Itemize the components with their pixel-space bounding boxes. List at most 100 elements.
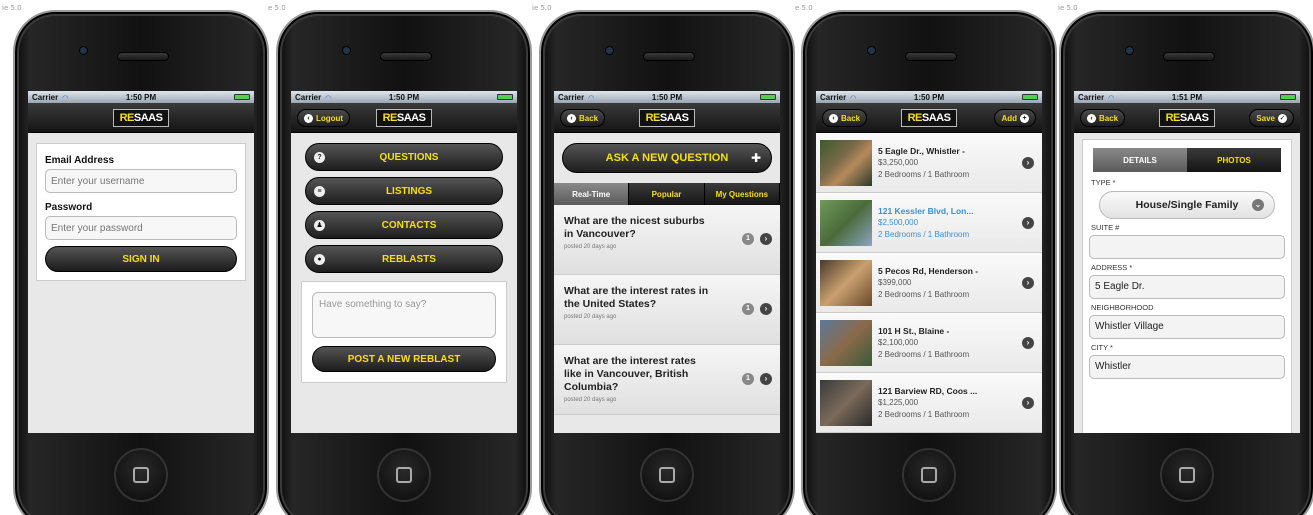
clock: 1:50 PM: [651, 92, 683, 102]
back-arrow-icon: ‹: [567, 113, 576, 123]
listing-rooms: 2 Bedrooms / 1 Bathroom: [878, 169, 970, 179]
tab-details[interactable]: DETAILS: [1093, 148, 1187, 172]
type-label: TYPE *: [1091, 178, 1116, 187]
question-row[interactable]: What are the interest rates in the Unite…: [554, 275, 780, 345]
back-button[interactable]: ‹ Back: [822, 109, 868, 127]
listing-row[interactable]: 121 Kessler Blvd, Lon... $2,500,000 2 Be…: [816, 193, 1042, 253]
password-field[interactable]: [45, 216, 237, 240]
listing-row[interactable]: 101 H St., Blaine - $2,100,000 2 Bedroom…: [816, 313, 1042, 373]
question-meta: posted 20 days ago: [564, 397, 617, 403]
suite-label: SUITE #: [1091, 223, 1120, 232]
camera: [1125, 46, 1134, 55]
email-label: Email Address: [45, 155, 115, 166]
question-icon: ?: [314, 151, 325, 163]
chevron-right-icon: ›: [760, 233, 772, 245]
menu-item-contacts[interactable]: ♟ CONTACTS: [305, 211, 503, 239]
tab-photos[interactable]: PHOTOS: [1187, 148, 1281, 172]
status-bar: Carrier ◠ 1:50 PM: [816, 91, 1042, 103]
answer-count-badge: 1: [742, 373, 754, 385]
tab-my-questions[interactable]: My Questions: [704, 183, 780, 205]
question-meta: posted 20 days ago: [564, 244, 617, 250]
question-text: What are the interest rates in the Unite…: [564, 285, 709, 310]
neighborhood-field[interactable]: Whistler Village: [1089, 315, 1285, 339]
home-button[interactable]: [902, 448, 956, 502]
listing-price: $1,225,000: [878, 397, 919, 407]
save-button[interactable]: Save ✓: [1249, 109, 1294, 127]
chevron-right-icon: ›: [1022, 277, 1034, 289]
clock: 1:51 PM: [1171, 92, 1203, 102]
screen: Carrier ◠ 1:50 PM ‹ Back RESAAS ASK A NEW…: [554, 91, 780, 433]
listing-form: DETAILS PHOTOS TYPE * House/Single Famil…: [1082, 139, 1292, 433]
resaas-logo: RESAAS: [638, 108, 696, 127]
reblast-textarea[interactable]: Have something to say?: [312, 292, 496, 338]
details-photos-toggle: DETAILS PHOTOS: [1093, 148, 1281, 172]
logout-button[interactable]: ‹ Logout: [297, 109, 351, 127]
home-button[interactable]: [640, 448, 694, 502]
resaas-logo: RESAAS: [1158, 108, 1216, 127]
plus-icon: +: [1020, 113, 1029, 123]
back-arrow-icon: ‹: [1087, 113, 1096, 123]
listing-row[interactable]: 121 Barview RD, Coos ... $1,225,000 2 Be…: [816, 373, 1042, 433]
listing-price: $3,250,000: [878, 157, 919, 167]
menu-item-listings[interactable]: ≡ LISTINGS: [305, 177, 503, 205]
camera: [79, 46, 88, 55]
listing-address: 121 Barview RD, Coos ...: [878, 385, 978, 396]
list-icon: ≡: [314, 185, 325, 197]
clock: 1:50 PM: [913, 92, 945, 102]
question-text: What are the nicest suburbs in Vancouver…: [564, 215, 705, 240]
sign-in-button[interactable]: SIGN IN: [45, 246, 237, 272]
back-button[interactable]: ‹ Back: [1080, 109, 1126, 127]
add-listing-button[interactable]: Add +: [994, 109, 1036, 127]
listing-address: 121 Kessler Blvd, Lon...: [878, 205, 974, 216]
city-label: CITY *: [1091, 343, 1113, 352]
home-button[interactable]: [114, 448, 168, 502]
question-tabs: Real-Time Popular My Questions: [554, 183, 780, 205]
screen: Carrier ◠ 1:50 PM ‹ Back RESAAS Add + 5 Ea…: [816, 91, 1042, 433]
screen: Carrier ◠ 1:50 PM ‹ Logout RESAAS ? QUESTI…: [291, 91, 517, 433]
listing-rooms: 2 Bedrooms / 1 Bathroom: [878, 349, 970, 359]
reblast-composer: Have something to say? POST A NEW REBLAS…: [301, 281, 507, 383]
edge-label: ie 5.0: [2, 4, 22, 12]
screen: Carrier ◠ 1:51 PM ‹ Back RESAAS Save ✓ DET…: [1074, 91, 1300, 433]
phone-login: Carrier ◠ 1:50 PM RESAAS Email Address P…: [13, 10, 269, 515]
listing-row[interactable]: 5 Eagle Dr., Whistler - $3,250,000 2 Bed…: [816, 133, 1042, 193]
password-label: Password: [45, 202, 93, 213]
tab-popular[interactable]: Popular: [629, 183, 705, 205]
back-button[interactable]: ‹ Back: [560, 109, 606, 127]
screen: Carrier ◠ 1:50 PM RESAAS Email Address P…: [28, 91, 254, 433]
listing-photo: [820, 319, 872, 366]
speaker: [1163, 52, 1215, 61]
chevron-right-icon: ›: [1022, 217, 1034, 229]
ask-question-button[interactable]: ASK A NEW QUESTION ✚: [562, 143, 772, 173]
plus-icon: ✚: [750, 151, 761, 165]
speech-bubble-icon: ●: [314, 253, 325, 265]
post-reblast-button[interactable]: POST A NEW REBLAST: [312, 346, 496, 372]
question-row[interactable]: What are the nicest suburbs in Vancouver…: [554, 205, 780, 275]
question-row[interactable]: What are the interest rates like in Vanc…: [554, 345, 780, 415]
answer-count-badge: 1: [742, 303, 754, 315]
home-square-icon: [659, 467, 675, 483]
home-button[interactable]: [1160, 448, 1214, 502]
listing-row[interactable]: 5 Pecos Rd, Henderson - $399,000 2 Bedro…: [816, 253, 1042, 313]
chevron-right-icon: ›: [760, 303, 772, 315]
clock: 1:50 PM: [388, 92, 420, 102]
type-select[interactable]: House/Single Family ⌄: [1099, 191, 1275, 219]
menu-item-reblasts[interactable]: ● REBLASTS: [305, 245, 503, 273]
clock: 1:50 PM: [125, 92, 157, 102]
menu-item-questions[interactable]: ? QUESTIONS: [305, 143, 503, 171]
suite-field[interactable]: [1089, 235, 1285, 259]
home-button[interactable]: [377, 448, 431, 502]
chevron-down-icon: ⌄: [1252, 199, 1264, 211]
phone-questions: Carrier ◠ 1:50 PM ‹ Back RESAAS ASK A NEW…: [539, 10, 795, 515]
home-square-icon: [133, 467, 149, 483]
battery-icon: [760, 94, 776, 100]
tab-real-time[interactable]: Real-Time: [554, 183, 630, 205]
edge-label: ie 5.0: [1058, 4, 1078, 12]
home-square-icon: [396, 467, 412, 483]
listing-rooms: 2 Bedrooms / 1 Bathroom: [878, 229, 970, 239]
speaker: [643, 52, 695, 61]
camera: [605, 46, 614, 55]
city-field[interactable]: Whistler: [1089, 355, 1285, 379]
address-field[interactable]: 5 Eagle Dr.: [1089, 275, 1285, 299]
email-field[interactable]: [45, 169, 237, 193]
